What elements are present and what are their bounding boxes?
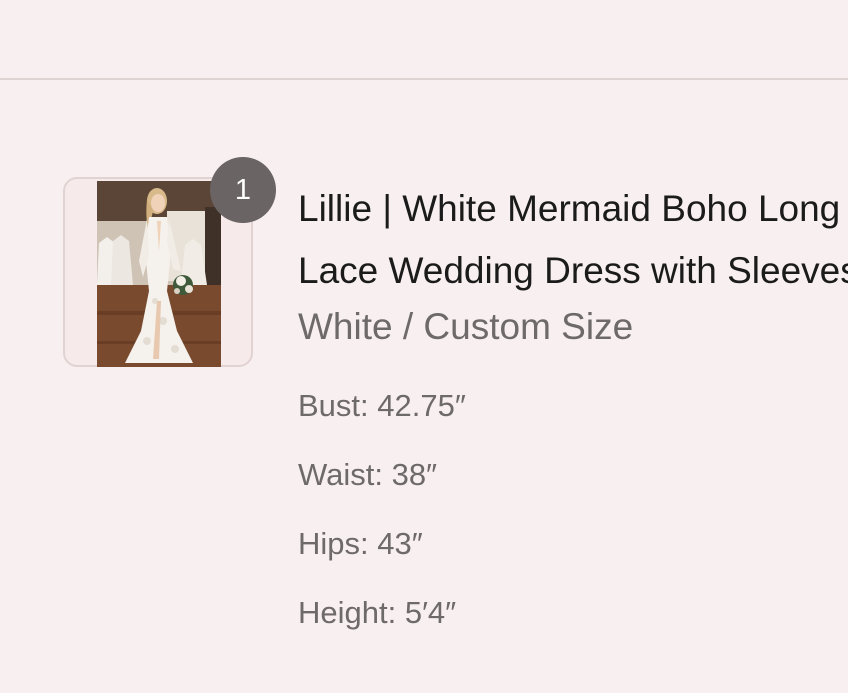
header-divider: [0, 78, 848, 80]
product-title-line-1: Lillie | White Mermaid Boho Long Sleeves: [298, 188, 848, 229]
product-photo: [97, 181, 221, 367]
quantity-badge: 1: [210, 157, 276, 223]
property-height: Height: 5′4″: [298, 595, 457, 630]
product-title[interactable]: Lillie | White Mermaid Boho Long Sleeves…: [298, 178, 848, 302]
product-info: Lillie | White Mermaid Boho Long Sleeves…: [298, 178, 848, 647]
product-variant: White / Custom Size: [298, 306, 634, 347]
property-bust: Bust: 42.75″: [298, 388, 466, 423]
order-summary: 1 Lillie | White Mermaid Boho Long Sleev…: [0, 0, 848, 693]
property-hips: Hips: 43″: [298, 526, 423, 561]
product-title-line-2: Lace Wedding Dress with Sleeves: [298, 250, 848, 291]
custom-measurements: Bust: 42.75″ Waist: 38″ Hips: 43″ Height…: [298, 371, 848, 647]
property-waist: Waist: 38″: [298, 457, 438, 492]
